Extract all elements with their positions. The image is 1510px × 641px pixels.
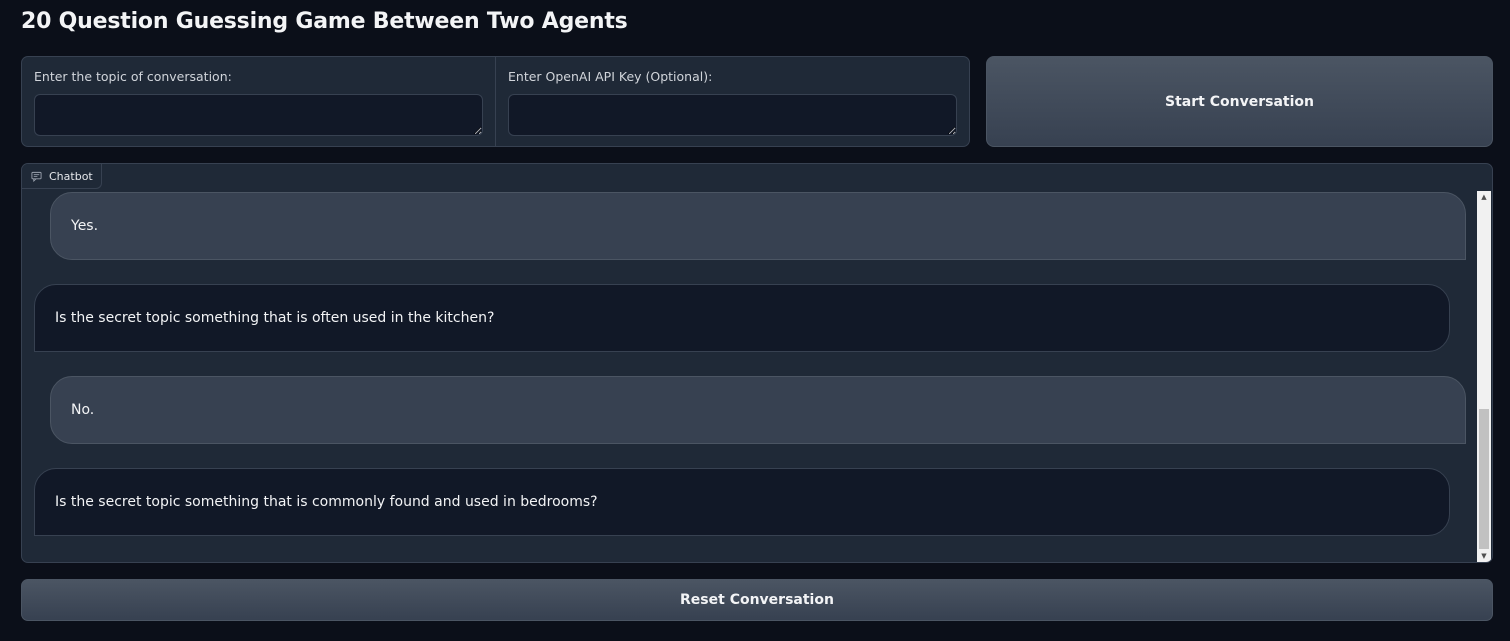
message-text: No.	[71, 402, 95, 418]
message-text: Is the secret topic something that is of…	[55, 310, 495, 326]
scroll-thumb[interactable]	[1479, 409, 1489, 549]
api-key-input[interactable]	[508, 94, 957, 136]
scroll-up-arrow-icon[interactable]: ▲	[1477, 191, 1491, 203]
api-key-field-block: Enter OpenAI API Key (Optional):	[495, 57, 969, 146]
inputs-panel: Enter the topic of conversation: Enter O…	[21, 56, 970, 147]
topic-label: Enter the topic of conversation:	[34, 69, 232, 84]
page-title: 20 Question Guessing Game Between Two Ag…	[21, 9, 628, 34]
chatbot-panel: Chatbot Yes. Is the secret topic somethi…	[21, 163, 1493, 563]
chat-scrollbar[interactable]: ▲ ▼	[1477, 191, 1491, 562]
chat-message-user: Is the secret topic something that is co…	[34, 468, 1450, 536]
chat-bubble-icon	[31, 171, 42, 182]
topic-field-block: Enter the topic of conversation:	[22, 57, 495, 146]
chatbot-label: Chatbot	[49, 169, 93, 183]
start-conversation-button[interactable]: Start Conversation	[986, 56, 1493, 147]
chatbot-label-tag: Chatbot	[22, 164, 102, 189]
chat-message-bot: No.	[50, 376, 1466, 444]
message-text: Is the secret topic something that is co…	[55, 494, 598, 510]
chat-message-user: Is the secret topic something that is of…	[34, 284, 1450, 352]
chat-message-bot: Yes.	[50, 192, 1466, 260]
topic-input[interactable]	[34, 94, 483, 136]
message-text: Yes.	[71, 218, 99, 234]
reset-conversation-button[interactable]: Reset Conversation	[21, 579, 1493, 621]
scroll-down-arrow-icon[interactable]: ▼	[1477, 550, 1491, 562]
api-key-label: Enter OpenAI API Key (Optional):	[508, 69, 713, 84]
